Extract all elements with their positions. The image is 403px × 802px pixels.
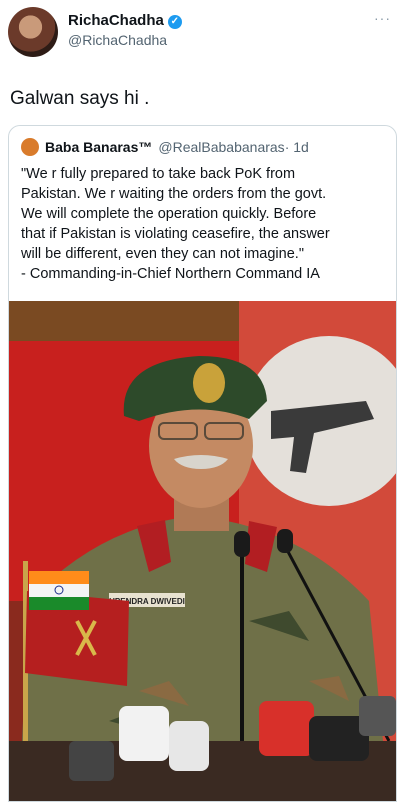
press-conference-photo[interactable]: UPENDRA DWIVEDI	[9, 301, 396, 801]
quoted-handle[interactable]: @RealBababanaras	[158, 139, 284, 155]
quoted-line: Pakistan. We r waiting the orders from t…	[21, 186, 327, 202]
quoted-line: - Commanding-in-Chief Northern Command I…	[21, 266, 320, 282]
quoted-tweet[interactable]: Baba Banaras™ @RealBababanaras· 1d "We r …	[8, 125, 397, 802]
verified-badge-icon: ✓	[167, 15, 182, 29]
avatar[interactable]	[8, 7, 58, 57]
more-dots-icon[interactable]: ···	[374, 10, 391, 26]
press-mic-red	[259, 701, 314, 756]
quoted-name[interactable]: Baba Banaras™	[45, 139, 152, 155]
beret-badge	[193, 363, 225, 403]
quoted-line: that if Pakistan is violating ceasefire,…	[21, 226, 330, 242]
indian-flag	[29, 571, 89, 584]
quoted-line: "We r fully prepared to take back PoK fr…	[21, 166, 296, 182]
quoted-line: We will complete the operation quickly. …	[21, 206, 317, 222]
wood-panel	[9, 301, 239, 341]
quoted-avatar[interactable]	[21, 138, 39, 156]
user-handle[interactable]: @RichaChadha	[68, 32, 167, 48]
tweet-text: Galwan says hi .	[10, 88, 150, 109]
tweet-header: RichaChadha ✓ @RichaChadha ···	[0, 0, 403, 64]
microphone-icon	[234, 531, 250, 557]
quoted-text: "We r fully prepared to take back PoK fr…	[21, 164, 391, 284]
display-name-text: RichaChadha	[68, 12, 164, 29]
quoted-tweet-header: Baba Banaras™ @RealBababanaras· 1d	[21, 138, 309, 156]
quoted-line: will be different, even they can not ima…	[21, 246, 304, 262]
press-mic-white	[119, 706, 169, 761]
display-name[interactable]: RichaChadha ✓	[68, 12, 182, 29]
quoted-time: · 1d	[284, 139, 309, 155]
